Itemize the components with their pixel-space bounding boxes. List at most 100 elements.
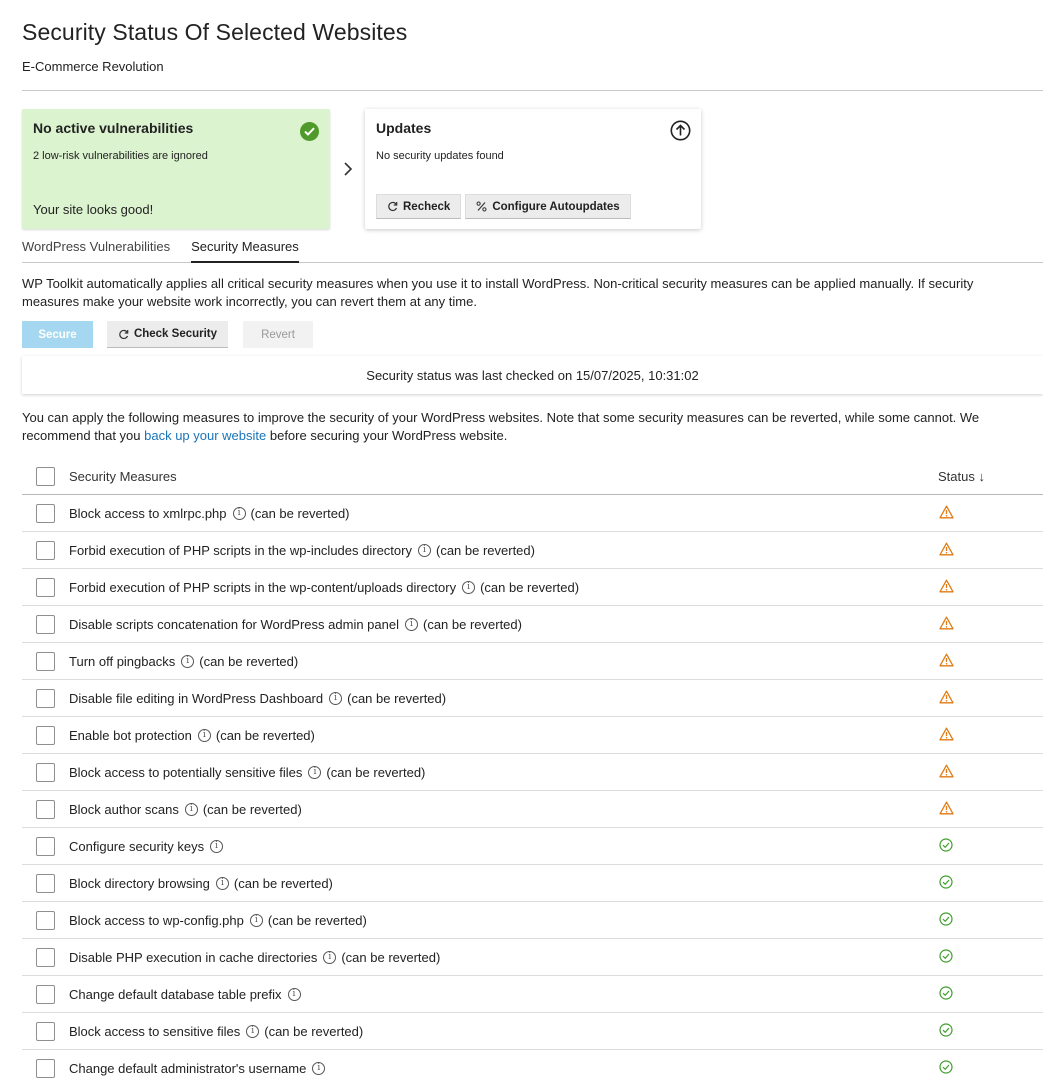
table-row: Change default administrator's username i [22,1050,1043,1079]
measure-cell: Block directory browsing i (can be reverte… [69,876,938,891]
info-icon[interactable]: i [329,691,343,705]
recheck-label: Recheck [403,200,451,213]
warning-icon [939,505,954,522]
measure-label: Block author scans [69,801,179,817]
info-icon[interactable]: i [197,728,211,742]
measure-label: Forbid execution of PHP scripts in the w… [69,579,457,595]
row-checkbox[interactable] [36,910,55,930]
table-row: Turn off pingbacks i (can be reverted) [22,643,1043,680]
security-measures-table: Security Measures Status ↓ Block access … [22,458,1043,1079]
row-checkbox[interactable] [36,577,55,597]
table-row: Change default database table prefix i [22,976,1043,1013]
row-checkbox[interactable] [36,688,55,708]
measure-cell: Configure security keys i [69,839,938,854]
info-icon[interactable]: i [287,987,301,1001]
row-checkbox[interactable] [36,503,55,523]
vulnerabilities-card[interactable]: No active vulnerabilities 2 low-risk vul… [22,109,330,229]
status-cell [938,542,1043,559]
measures-description: WP Toolkit automatically applies all cri… [22,276,974,309]
row-checkbox[interactable] [36,947,55,967]
advice-text-after: before securing your WordPress website. [266,428,508,443]
status-cell [938,764,1043,781]
info-icon[interactable]: i [249,913,263,927]
info-icon[interactable]: i [308,765,322,779]
table-row: Block author scans i (can be reverted) [22,791,1043,828]
info-icon[interactable]: i [246,1024,260,1038]
measure-label: Turn off pingbacks [69,653,176,669]
table-row: Enable bot protection i (can be reverted) [22,717,1043,754]
measure-cell: Change default database table prefix i [69,987,938,1002]
row-checkbox[interactable] [36,725,55,745]
table-row: Disable PHP execution in cache directori… [22,939,1043,976]
measure-cell: Block access to potentially sensitive fi… [69,765,938,780]
recheck-button[interactable]: Recheck [376,194,462,219]
table-row: Block access to sensitive files i (can be … [22,1013,1043,1050]
info-icon[interactable]: i [404,617,418,631]
revertible-note: (can be reverted) [267,912,367,928]
check-circle-icon [939,837,953,855]
chevron-right-icon [330,109,365,229]
measure-label: Block access to xmlrpc.php [69,505,227,521]
table-header: Security Measures Status ↓ [22,458,1043,495]
table-row: Configure security keys i [22,828,1043,865]
info-icon[interactable]: i [323,950,337,964]
column-header-status[interactable]: Status ↓ [938,469,1043,484]
measure-label: Disable scripts concatenation for WordPr… [69,616,399,632]
backup-link[interactable]: back up your website [144,428,266,443]
measure-label: Block directory browsing [69,875,210,891]
table-row: Block directory browsing i (can be reverte… [22,865,1043,902]
percent-icon [476,201,487,212]
status-cell [938,579,1043,596]
configure-autoupdates-button[interactable]: Configure Autoupdates [465,194,631,219]
info-icon[interactable]: i [210,839,224,853]
row-checkbox[interactable] [36,1058,55,1078]
warning-icon [939,764,954,781]
revertible-note: (can be reverted) [435,542,535,558]
status-cell [938,690,1043,707]
select-all-checkbox[interactable] [36,466,55,486]
info-icon[interactable]: i [215,876,229,890]
row-checkbox[interactable] [36,836,55,856]
table-row: Disable file editing in WordPress Dashbo… [22,680,1043,717]
page: Security Status Of Selected Websites E-C… [0,0,1043,1079]
info-icon[interactable]: i [312,1061,326,1075]
row-checkbox[interactable] [36,873,55,893]
tab-security-measures[interactable]: Security Measures [191,239,299,263]
table-body: Block access to xmlrpc.php i (can be rever… [22,495,1043,1079]
row-checkbox[interactable] [36,540,55,560]
measure-cell: Forbid execution of PHP scripts in the w… [69,543,938,558]
check-security-button[interactable]: Check Security [107,321,228,348]
upload-arrow-icon [670,120,691,144]
measure-label: Block access to wp-config.php [69,912,244,928]
measure-label: Block access to sensitive files [69,1023,241,1039]
row-checkbox[interactable] [36,651,55,671]
status-cell [938,616,1043,633]
tab-wordpress-vulnerabilities[interactable]: WordPress Vulnerabilities [22,239,191,262]
secure-button[interactable]: Secure [22,321,93,348]
status-cell [938,505,1043,522]
status-cell [938,1022,1043,1040]
status-cell [938,985,1043,1003]
revertible-note: (can be reverted) [264,1023,364,1039]
row-checkbox[interactable] [36,1021,55,1041]
info-icon[interactable]: i [184,802,198,816]
info-icon[interactable]: i [417,543,431,557]
revertible-note: (can be reverted) [202,801,302,817]
table-row: Forbid execution of PHP scripts in the w… [22,532,1043,569]
row-checkbox[interactable] [36,614,55,634]
revertible-note: (can be reverted) [422,616,522,632]
measure-label: Block access to potentially sensitive fi… [69,764,303,780]
measure-cell: Block access to sensitive files i (can be … [69,1024,938,1039]
row-checkbox[interactable] [36,984,55,1004]
row-checkbox[interactable] [36,762,55,782]
row-checkbox[interactable] [36,799,55,819]
info-icon[interactable]: i [462,580,476,594]
status-cell [938,1059,1043,1077]
revert-button[interactable]: Revert [243,321,313,348]
measure-label: Enable bot protection [69,727,192,743]
info-icon[interactable]: i [232,506,246,520]
check-circle-icon [939,985,953,1003]
revertible-note: (can be reverted) [233,875,333,891]
column-header-measures[interactable]: Security Measures [69,469,938,484]
info-icon[interactable]: i [181,654,195,668]
